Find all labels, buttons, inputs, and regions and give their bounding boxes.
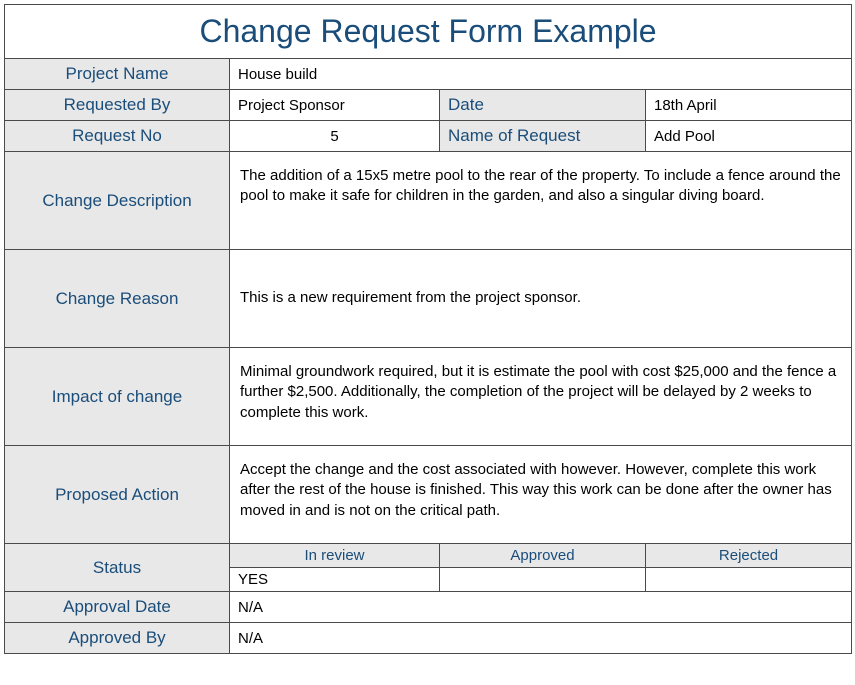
value-change-description: The addition of a 15x5 metre pool to the…: [230, 152, 852, 250]
label-date: Date: [440, 90, 646, 121]
value-approved-by: N/A: [230, 623, 852, 654]
label-name-of-request: Name of Request: [440, 121, 646, 152]
value-requested-by: Project Sponsor: [230, 90, 440, 121]
value-proposed-action: Accept the change and the cost associate…: [230, 446, 852, 544]
status-value-rejected: [646, 568, 852, 592]
label-proposed-action: Proposed Action: [5, 446, 230, 544]
status-value-approved: [440, 568, 646, 592]
value-impact-of-change: Minimal groundwork required, but it is e…: [230, 348, 852, 446]
value-change-reason: This is a new requirement from the proje…: [230, 250, 852, 348]
label-impact-of-change: Impact of change: [5, 348, 230, 446]
label-request-no: Request No: [5, 121, 230, 152]
value-date: 18th April: [646, 90, 852, 121]
label-change-reason: Change Reason: [5, 250, 230, 348]
label-change-description: Change Description: [5, 152, 230, 250]
label-approved-by: Approved By: [5, 623, 230, 654]
label-requested-by: Requested By: [5, 90, 230, 121]
value-project-name: House build: [230, 59, 852, 90]
status-value-in-review: YES: [230, 568, 440, 592]
change-request-form: Change Request Form Example Project Name…: [4, 4, 852, 654]
form-title: Change Request Form Example: [5, 5, 852, 59]
status-header-in-review: In review: [230, 544, 440, 568]
status-header-approved: Approved: [440, 544, 646, 568]
status-header-rejected: Rejected: [646, 544, 852, 568]
value-request-no: 5: [230, 121, 440, 152]
value-name-of-request: Add Pool: [646, 121, 852, 152]
label-status: Status: [5, 544, 230, 592]
label-project-name: Project Name: [5, 59, 230, 90]
value-approval-date: N/A: [230, 592, 852, 623]
label-approval-date: Approval Date: [5, 592, 230, 623]
